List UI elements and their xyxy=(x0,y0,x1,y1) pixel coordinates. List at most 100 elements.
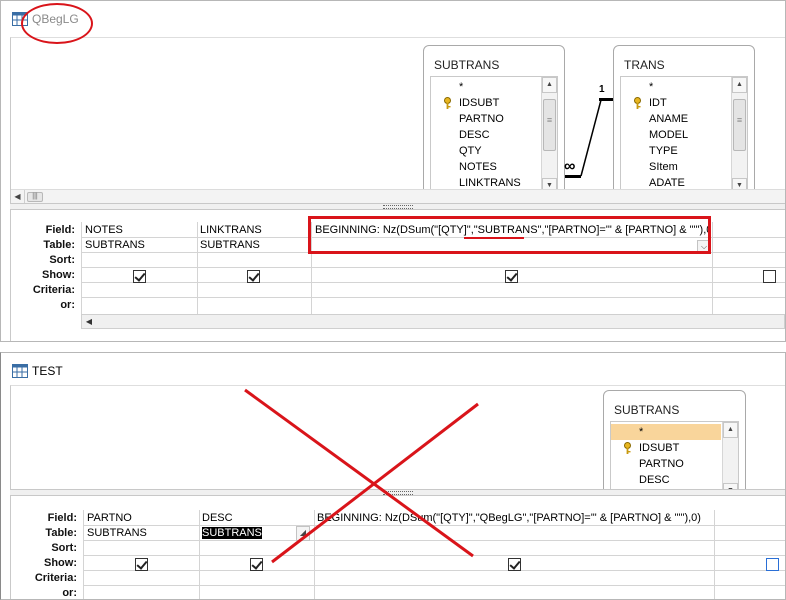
grid-horizontal-scrollbar[interactable]: ◀ xyxy=(81,314,785,329)
grid-line xyxy=(199,510,200,599)
scroll-left-icon[interactable]: ◀ xyxy=(82,315,96,328)
field-item[interactable]: IDSUBT xyxy=(639,442,679,454)
query-window-test: TEST SUBTRANS * IDSUBT PARTNO DESC ▲ ▼ F… xyxy=(0,352,786,600)
grid-line xyxy=(197,222,198,314)
splitter-grip[interactable] xyxy=(382,205,413,209)
annotation-ellipse xyxy=(21,3,93,44)
field-list[interactable]: * IDT ANAME MODEL TYPE SItem ADATE ▲ ≡ ▼ xyxy=(620,76,748,194)
grid-cell-field[interactable]: LINKTRANS xyxy=(200,224,310,236)
grid-line xyxy=(81,222,82,314)
field-item[interactable]: TYPE xyxy=(649,145,678,157)
table-title: SUBTRANS xyxy=(434,58,500,72)
row-label-or: or: xyxy=(62,587,77,599)
checkbox-icon[interactable] xyxy=(133,270,146,283)
field-item[interactable]: ANAME xyxy=(649,113,688,125)
field-item[interactable]: DESC xyxy=(639,474,670,486)
table-title: SUBTRANS xyxy=(614,403,680,417)
row-label-sort: Sort: xyxy=(51,542,77,554)
field-item[interactable]: * xyxy=(649,81,653,93)
query-design-grid[interactable]: Field: Table: Sort: Show: Criteria: or: … xyxy=(10,496,785,599)
field-item[interactable]: NOTES xyxy=(459,161,497,173)
scroll-thumb[interactable]: ≡ xyxy=(733,99,746,151)
row-label-show: Show: xyxy=(42,269,75,281)
grid-line xyxy=(83,570,785,571)
row-label-show: Show: xyxy=(44,557,77,569)
annotation-highlight-box xyxy=(308,216,711,254)
grid-line xyxy=(314,510,315,599)
checkbox-icon[interactable] xyxy=(763,270,776,283)
scroll-left-icon[interactable]: ◀ xyxy=(11,190,25,203)
row-label-field: Field: xyxy=(45,224,75,236)
grid-cell-table[interactable]: SUBTRANS xyxy=(200,239,310,251)
scroll-thumb[interactable]: ||| xyxy=(27,192,43,202)
grid-cell-field[interactable]: NOTES xyxy=(85,224,195,236)
scroll-thumb[interactable]: ≡ xyxy=(543,99,556,151)
grid-line xyxy=(83,540,785,541)
checkbox-icon[interactable] xyxy=(135,558,148,571)
field-item[interactable]: DESC xyxy=(459,129,490,141)
grid-line xyxy=(83,585,785,586)
grid-line xyxy=(83,510,84,599)
query-icon xyxy=(12,364,28,378)
annotation-underline xyxy=(464,237,524,239)
grid-line xyxy=(712,222,713,314)
table-box-subtrans[interactable]: SUBTRANS * IDSUBT PARTNO DESC ▲ ▼ xyxy=(603,390,746,489)
grid-line xyxy=(714,510,715,599)
grid-cell-table-selected[interactable]: SUBTRANS xyxy=(202,527,262,539)
field-item[interactable]: * xyxy=(639,426,643,438)
vertical-scrollbar[interactable]: ▲ ≡ ▼ xyxy=(731,77,747,194)
grid-cell-field-expression[interactable]: BEGINNING: Nz(DSum("[QTY]","QBegLG","[PA… xyxy=(317,512,713,524)
table-design-pane[interactable]: SUBTRANS * IDSUBT PARTNO DESC ▲ ▼ xyxy=(10,385,785,489)
field-item[interactable]: MODEL xyxy=(649,129,688,141)
checkbox-icon[interactable] xyxy=(247,270,260,283)
field-item[interactable]: IDT xyxy=(649,97,667,109)
table-box-subtrans[interactable]: SUBTRANS * IDSUBT PARTNO DESC QTY NOTES … xyxy=(423,45,565,195)
field-item[interactable]: PARTNO xyxy=(639,458,684,470)
table-title: TRANS xyxy=(624,58,665,72)
key-icon xyxy=(624,442,631,454)
relationship-many-label: ∞ xyxy=(564,158,576,175)
grid-cell-field[interactable]: DESC xyxy=(202,512,312,524)
row-label-criteria: Criteria: xyxy=(34,572,77,584)
grid-line xyxy=(81,282,785,283)
checkbox-icon[interactable] xyxy=(250,558,263,571)
splitter-grip[interactable] xyxy=(382,491,413,495)
row-label-table: Table: xyxy=(43,239,75,251)
query-window-qbeglg: QBegLG SUBTRANS * IDSUBT PARTNO DESC QTY… xyxy=(0,0,786,342)
vertical-scrollbar[interactable]: ▲ ≡ ▼ xyxy=(541,77,557,194)
vertical-scrollbar[interactable]: ▲ ▼ xyxy=(722,422,738,489)
scroll-up-icon[interactable]: ▲ xyxy=(723,422,738,438)
table-box-trans[interactable]: TRANS * IDT ANAME MODEL TYPE SItem ADATE… xyxy=(613,45,755,195)
field-item[interactable]: LINKTRANS xyxy=(459,177,521,189)
dropdown-chevron-icon[interactable]: ◢ xyxy=(296,526,310,541)
field-item[interactable]: IDSUBT xyxy=(459,97,499,109)
upper-pane-horizontal-scrollbar[interactable]: ◀ ||| xyxy=(11,189,785,203)
field-item[interactable]: QTY xyxy=(459,145,482,157)
field-list[interactable]: * IDSUBT PARTNO DESC ▲ ▼ xyxy=(610,421,739,489)
join-line-segment xyxy=(599,98,613,101)
grid-cell-table[interactable]: SUBTRANS xyxy=(85,239,195,251)
scroll-up-icon[interactable]: ▲ xyxy=(732,77,747,93)
field-item[interactable]: ADATE xyxy=(649,177,685,189)
checkbox-icon[interactable] xyxy=(508,558,521,571)
selected-row xyxy=(611,424,721,440)
grid-cell-table[interactable]: SUBTRANS xyxy=(87,527,197,539)
checkbox-icon[interactable] xyxy=(505,270,518,283)
pane-splitter[interactable] xyxy=(10,489,785,496)
checkbox-icon[interactable] xyxy=(766,558,779,571)
field-item[interactable]: PARTNO xyxy=(459,113,504,125)
row-label-criteria: Criteria: xyxy=(32,284,75,296)
field-list[interactable]: * IDSUBT PARTNO DESC QTY NOTES LINKTRANS… xyxy=(430,76,558,194)
pane-splitter[interactable] xyxy=(10,203,785,210)
window-titlebar[interactable]: QBegLG xyxy=(1,1,785,37)
table-design-pane[interactable]: SUBTRANS * IDSUBT PARTNO DESC QTY NOTES … xyxy=(10,37,785,203)
field-item[interactable]: * xyxy=(459,81,463,93)
row-label-table: Table: xyxy=(45,527,77,539)
window-titlebar[interactable]: TEST xyxy=(1,353,785,385)
grid-line xyxy=(83,555,785,556)
field-item[interactable]: SItem xyxy=(649,161,678,173)
window-title: TEST xyxy=(32,364,63,378)
scroll-up-icon[interactable]: ▲ xyxy=(542,77,557,93)
grid-cell-field[interactable]: PARTNO xyxy=(87,512,197,524)
selected-table-name: SUBTRANS xyxy=(202,527,262,539)
